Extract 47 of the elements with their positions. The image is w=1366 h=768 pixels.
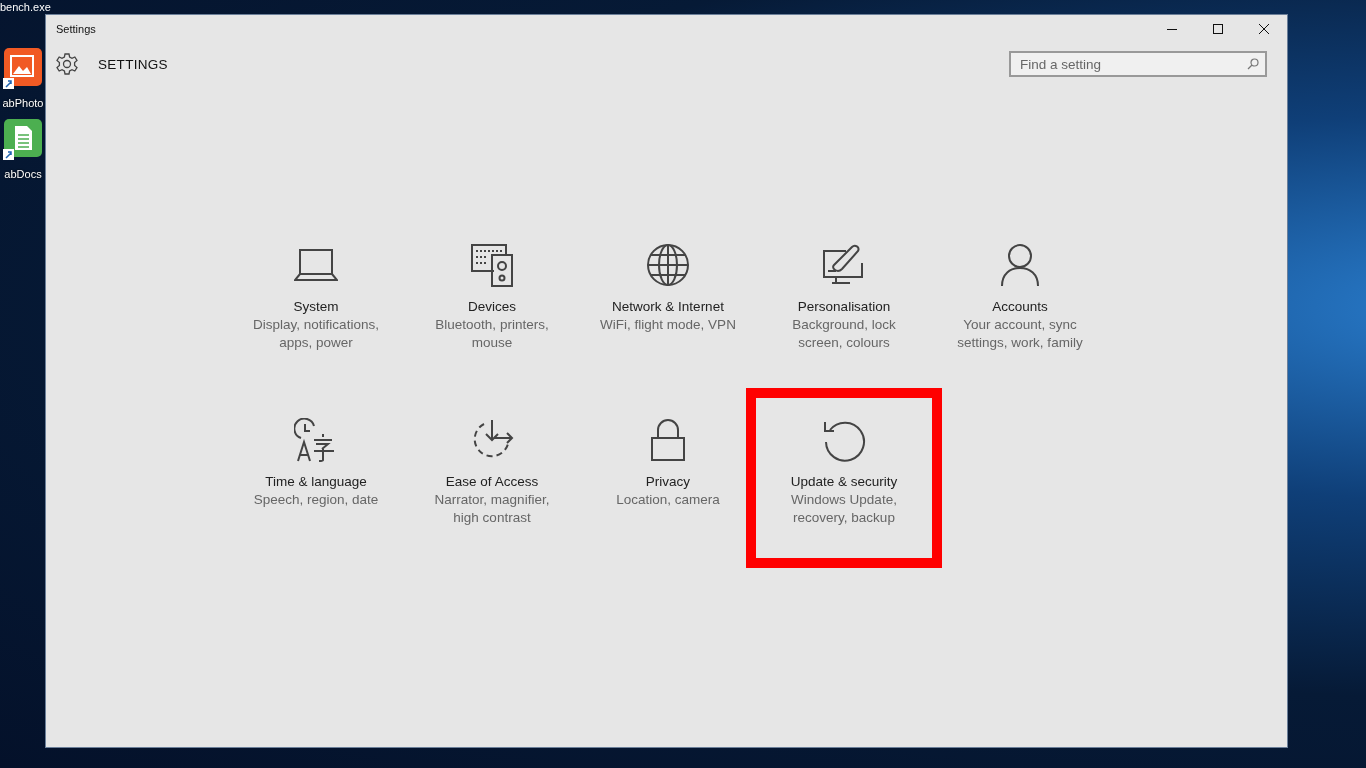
monitor-brush-icon bbox=[822, 243, 866, 287]
tile-description: settings, work, family bbox=[957, 334, 1083, 352]
settings-tile[interactable]: Devices Bluetooth, printers, mouse bbox=[404, 223, 580, 383]
highlighted-settings-tile[interactable]: Update & security Windows Update, recovery, backup bbox=[756, 398, 932, 558]
tile-title: Privacy bbox=[645, 474, 691, 489]
settings-icon bbox=[56, 53, 78, 75]
tile-title: Time & language bbox=[265, 474, 367, 489]
tile-description: Bluetooth, printers, bbox=[435, 316, 549, 334]
page-heading: SETTINGS bbox=[98, 56, 169, 72]
settings-tile[interactable]: Accounts Your account, sync settings, work, family bbox=[932, 223, 1108, 383]
tile-description: screen, colours bbox=[798, 334, 890, 352]
search-field[interactable]: Find a setting bbox=[1009, 51, 1267, 77]
tile-description: Windows Update, bbox=[791, 491, 897, 509]
desktop-icon-label[interactable]: abPhoto bbox=[2, 97, 44, 109]
globe-icon bbox=[646, 243, 690, 287]
tile-title: Accounts bbox=[992, 299, 1048, 314]
background-window-title: bench.exe bbox=[0, 1, 51, 13]
settings-tile[interactable]: Network & Internet WiFi, flight mode, VPN bbox=[580, 223, 756, 383]
settings-tile[interactable]: Personalisation Background, lock screen, colours bbox=[756, 223, 932, 383]
tile-title: System bbox=[293, 299, 339, 314]
settings-tile[interactable]: Ease of Access Narrator, magnifier, high contrast bbox=[404, 398, 580, 558]
settings-tile[interactable]: System Display, notifications, apps, power bbox=[228, 223, 404, 383]
tile-description: Speech, region, date bbox=[253, 491, 379, 509]
search-icon bbox=[1247, 58, 1259, 70]
settings-tile[interactable]: Time & language Speech, region, date bbox=[228, 398, 404, 558]
tile-title: Personalisation bbox=[797, 299, 891, 314]
settings-tile[interactable]: Privacy Location, camera bbox=[580, 398, 756, 558]
window-title: Settings bbox=[56, 23, 97, 35]
tile-title: Update & security bbox=[790, 474, 898, 489]
tile-description: apps, power bbox=[279, 334, 353, 352]
tile-description: high contrast bbox=[453, 509, 531, 527]
maximize-icon bbox=[1213, 24, 1223, 34]
desktop-icon-label[interactable]: abDocs bbox=[4, 168, 42, 180]
tile-description: Narrator, magnifier, bbox=[434, 491, 550, 509]
tile-description: mouse bbox=[471, 334, 513, 352]
tile-description: recovery, backup bbox=[793, 509, 895, 527]
tile-title: Network & Internet bbox=[612, 299, 724, 314]
tile-description: Your account, sync bbox=[963, 316, 1077, 334]
tile-description: WiFi, flight mode, VPN bbox=[600, 316, 736, 334]
tile-description: Location, camera bbox=[616, 491, 720, 509]
tile-title: Ease of Access bbox=[445, 474, 539, 489]
close-icon bbox=[1259, 24, 1269, 34]
person-icon bbox=[998, 243, 1042, 287]
tile-description: Background, lock bbox=[792, 316, 896, 334]
tile-description: Display, notifications, bbox=[253, 316, 379, 334]
tile-title: Devices bbox=[468, 299, 516, 314]
keyboard-speaker-icon bbox=[470, 243, 514, 287]
